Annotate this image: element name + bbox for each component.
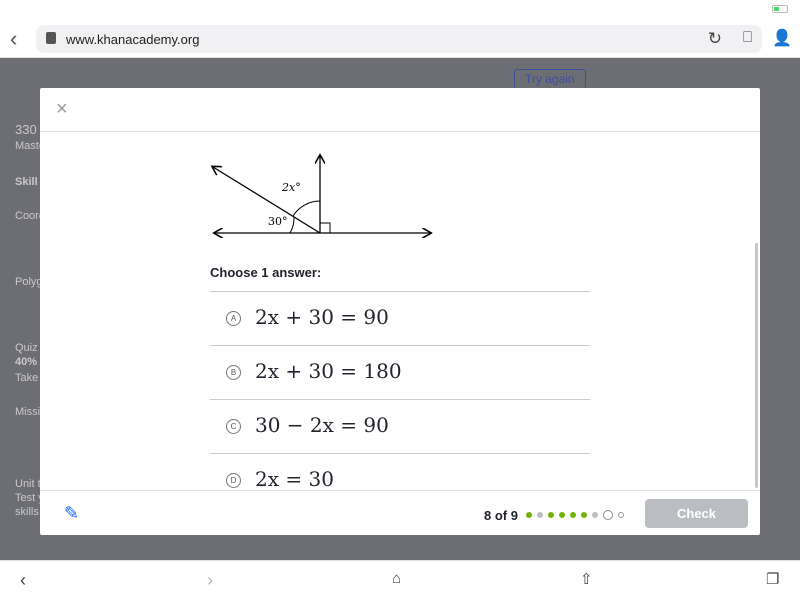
progress-dot-incorrect (537, 512, 543, 518)
browser-toolbar: ‹ www.khanacademy.org ↻ ⎕ 👤 (0, 20, 800, 58)
status-bar (0, 0, 800, 20)
progress-dot-correct (548, 512, 554, 518)
progress-dot-upcoming (618, 512, 624, 518)
tabs-icon[interactable]: ❐ (766, 570, 779, 588)
close-icon[interactable]: × (56, 98, 68, 121)
choice-text: 30 − 2x = 90 (255, 413, 389, 437)
forward-icon[interactable]: › (207, 570, 213, 591)
lock-icon (46, 32, 56, 44)
try-again-button: Try again (514, 69, 586, 89)
choice-text: 2x + 30 = 90 (255, 305, 389, 329)
scratchpad-icon[interactable]: ✎ (64, 503, 79, 524)
check-button[interactable]: Check (645, 499, 748, 528)
progress-dot-correct (581, 512, 587, 518)
progress-dots (526, 510, 624, 520)
angle-label-2x: 2x° (281, 181, 301, 194)
battery-icon (772, 5, 788, 13)
choice-letter: C (226, 419, 241, 434)
choice-letter: D (226, 473, 241, 488)
choice-text: 2x = 30 (255, 467, 334, 490)
scrollbar[interactable] (755, 243, 758, 488)
choice-a[interactable]: A 2x + 30 = 90 (210, 291, 590, 345)
modal-footer: ✎ 8 of 9 Check (40, 490, 760, 535)
address-bar[interactable]: www.khanacademy.org ↻ ⎕ (36, 25, 762, 53)
exercise-modal: × 2x° 30° Choose 1 answer: A 2x + 30 = 90… (40, 88, 760, 535)
reload-icon[interactable]: ↻ (708, 29, 722, 49)
share-icon[interactable]: ⇧ (580, 570, 593, 588)
progress-dot-incorrect (592, 512, 598, 518)
choice-text: 2x + 30 = 180 (255, 359, 402, 383)
browser-bottom-bar: ‹ › ⌂ ⇧ ❐ (0, 560, 800, 601)
choice-letter: B (226, 365, 241, 380)
progress-text: 8 of 9 (484, 508, 518, 523)
progress-dot-current (603, 510, 613, 520)
url-text[interactable]: www.khanacademy.org (66, 32, 199, 47)
choice-letter: A (226, 311, 241, 326)
choice-d[interactable]: D 2x = 30 (210, 453, 590, 490)
angle-label-30: 30° (268, 215, 288, 228)
home-icon[interactable]: ⌂ (392, 570, 401, 587)
bookmark-icon[interactable]: ⎕ (743, 29, 752, 46)
user-icon[interactable]: 👤 (772, 28, 792, 48)
back-icon[interactable]: ‹ (20, 570, 26, 591)
angle-figure: 2x° 30° (210, 143, 440, 243)
answer-choices: A 2x + 30 = 90 B 2x + 30 = 180 C 30 − 2x = … (210, 291, 590, 490)
prompt: Choose 1 answer: (210, 265, 322, 280)
choice-c[interactable]: C 30 − 2x = 90 (210, 399, 590, 453)
progress-dot-correct (570, 512, 576, 518)
progress-dot-correct (559, 512, 565, 518)
progress-dot-correct (526, 512, 532, 518)
choice-b[interactable]: B 2x + 30 = 180 (210, 345, 590, 399)
question-content: 2x° 30° Choose 1 answer: A 2x + 30 = 90 B… (40, 133, 760, 490)
back-icon[interactable]: ‹ (10, 26, 17, 52)
